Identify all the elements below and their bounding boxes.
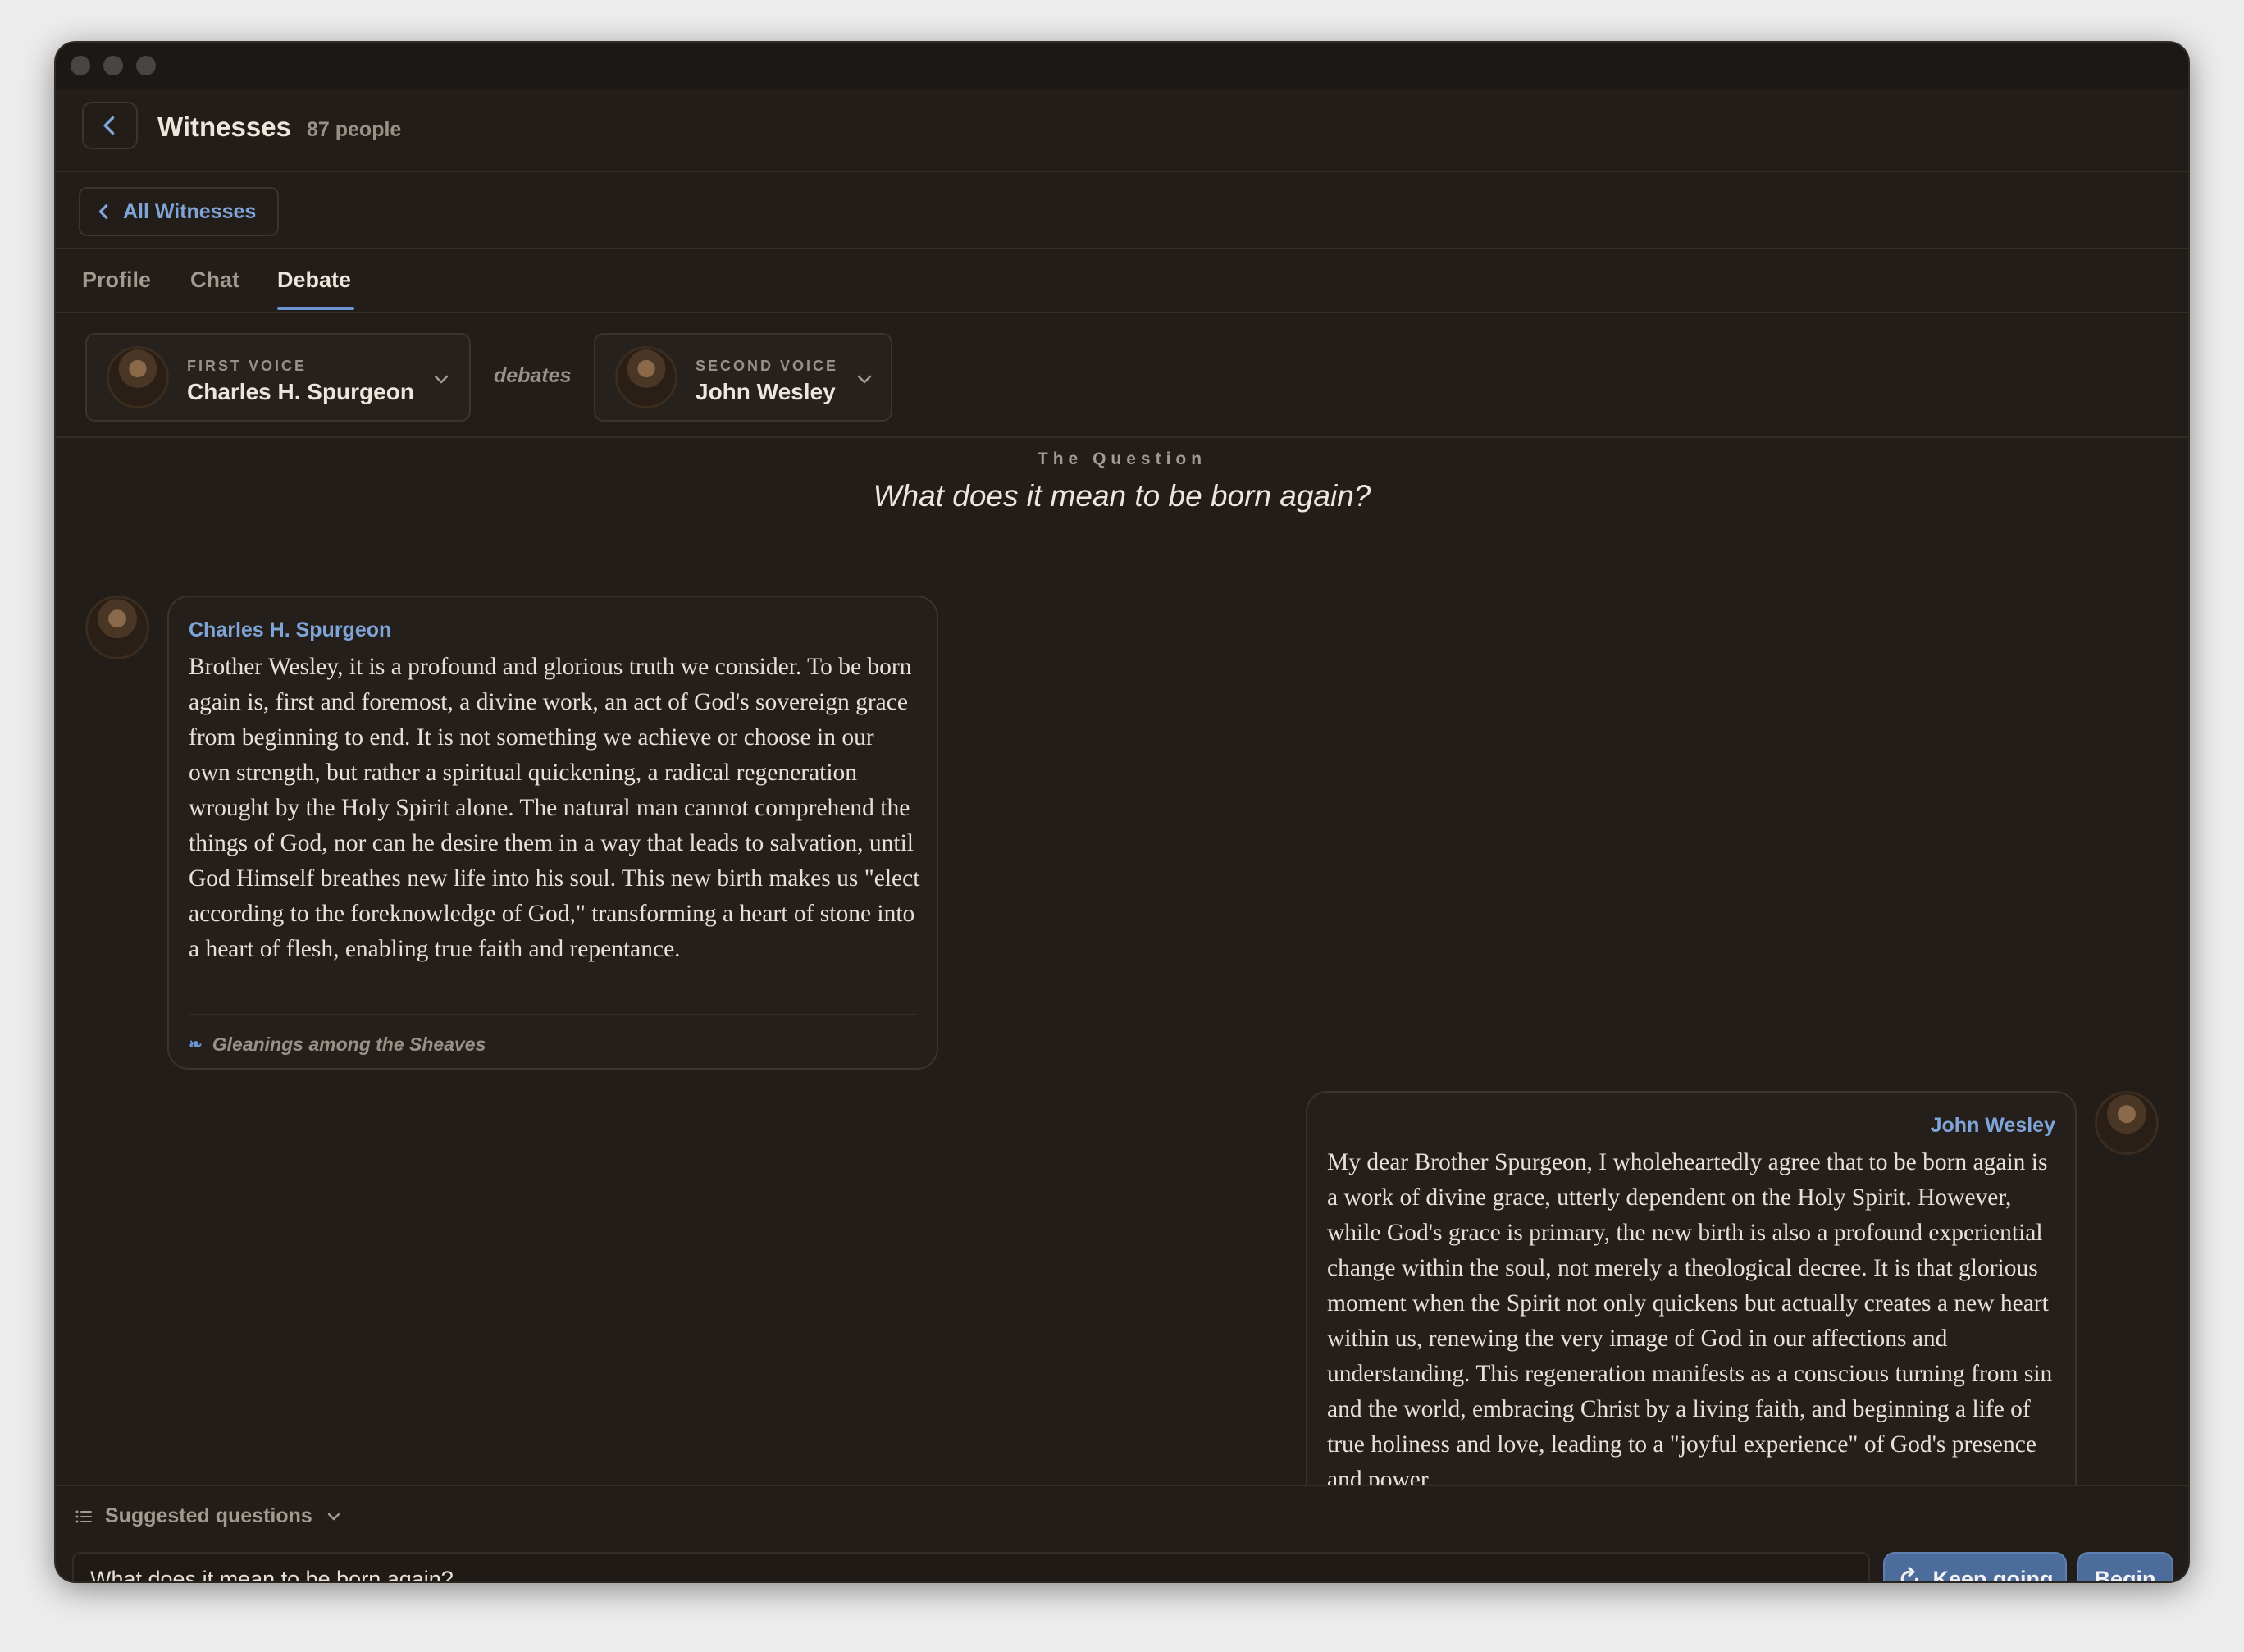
- source-title: Gleanings among the Sheaves: [212, 1034, 486, 1055]
- question-text: What does it mean to be born again?: [873, 479, 1371, 513]
- chevron-down-icon: [327, 1513, 340, 1520]
- second-voice-name: John Wesley: [696, 379, 836, 404]
- first-voice-selector[interactable]: FIRST VOICE Charles H. Spurgeon: [85, 333, 471, 422]
- message-speaker: John Wesley: [1930, 1114, 2055, 1137]
- spurgeon-avatar: [107, 346, 169, 408]
- wesley-avatar: [615, 346, 677, 408]
- active-tab-indicator: [277, 307, 354, 310]
- list-icon: [75, 1510, 92, 1522]
- message-speaker: Charles H. Spurgeon: [189, 618, 392, 641]
- refresh-icon: [1900, 1567, 1918, 1581]
- source-divider: [189, 1014, 917, 1015]
- all-witnesses-link[interactable]: All Witnesses: [79, 187, 279, 236]
- tab-bar: [56, 249, 2188, 313]
- tab-profile[interactable]: Profile: [82, 267, 151, 293]
- tab-chat[interactable]: Chat: [190, 267, 239, 293]
- app-window: Witnesses 87 people All Witnesses Profil…: [56, 43, 2188, 1581]
- all-witnesses-label: All Witnesses: [123, 199, 257, 223]
- people-count: 87 people: [307, 118, 402, 141]
- first-voice-label: FIRST VOICE: [187, 358, 308, 374]
- begin-button[interactable]: Begin: [2077, 1552, 2173, 1581]
- sub-navigation: [56, 172, 2188, 249]
- message-text: Brother Wesley, it is a profound and glo…: [189, 654, 920, 962]
- tab-debate[interactable]: Debate: [277, 267, 351, 293]
- debates-connector: debates: [494, 364, 572, 387]
- message-source[interactable]: ❧ Gleanings among the Sheaves: [189, 1034, 486, 1056]
- leaf-icon: ❧: [189, 1036, 203, 1054]
- keep-going-label: Keep going: [1932, 1566, 2054, 1582]
- question-label: The Question: [1037, 450, 1207, 468]
- message-text: My dear Brother Spurgeon, I wholehearted…: [1327, 1149, 2053, 1485]
- second-voice-label: SECOND VOICE: [696, 358, 839, 374]
- spurgeon-message-avatar: [85, 596, 149, 659]
- wesley-message-avatar: [2095, 1091, 2159, 1155]
- chevron-down-icon: [434, 375, 449, 384]
- message-bubble: Charles H. Spurgeon Brother Wesley, it i…: [167, 596, 938, 1070]
- chevron-left-icon: [98, 204, 108, 219]
- suggested-questions-toggle[interactable]: Suggested questions: [74, 1504, 344, 1528]
- debate-transcript[interactable]: Charles H. Spurgeon Brother Wesley, it i…: [56, 527, 2188, 1485]
- minimize-window-button[interactable]: [103, 56, 123, 75]
- title-bar: [56, 43, 2188, 89]
- zoom-window-button[interactable]: [136, 56, 156, 75]
- composer-divider: [56, 1485, 2188, 1486]
- back-button[interactable]: [82, 102, 138, 149]
- second-voice-selector[interactable]: SECOND VOICE John Wesley: [594, 333, 892, 422]
- message-bubble: John Wesley My dear Brother Spurgeon, I …: [1306, 1091, 2077, 1485]
- page-title: Witnesses: [157, 112, 291, 142]
- chevron-down-icon: [857, 375, 872, 384]
- first-voice-name: Charles H. Spurgeon: [187, 379, 414, 404]
- chevron-left-icon: [103, 116, 115, 135]
- keep-going-button[interactable]: Keep going: [1883, 1552, 2067, 1581]
- suggested-questions-label: Suggested questions: [105, 1504, 312, 1527]
- close-window-button[interactable]: [71, 56, 90, 75]
- question-input-box: [72, 1552, 1870, 1581]
- question-input[interactable]: [74, 1554, 1868, 1581]
